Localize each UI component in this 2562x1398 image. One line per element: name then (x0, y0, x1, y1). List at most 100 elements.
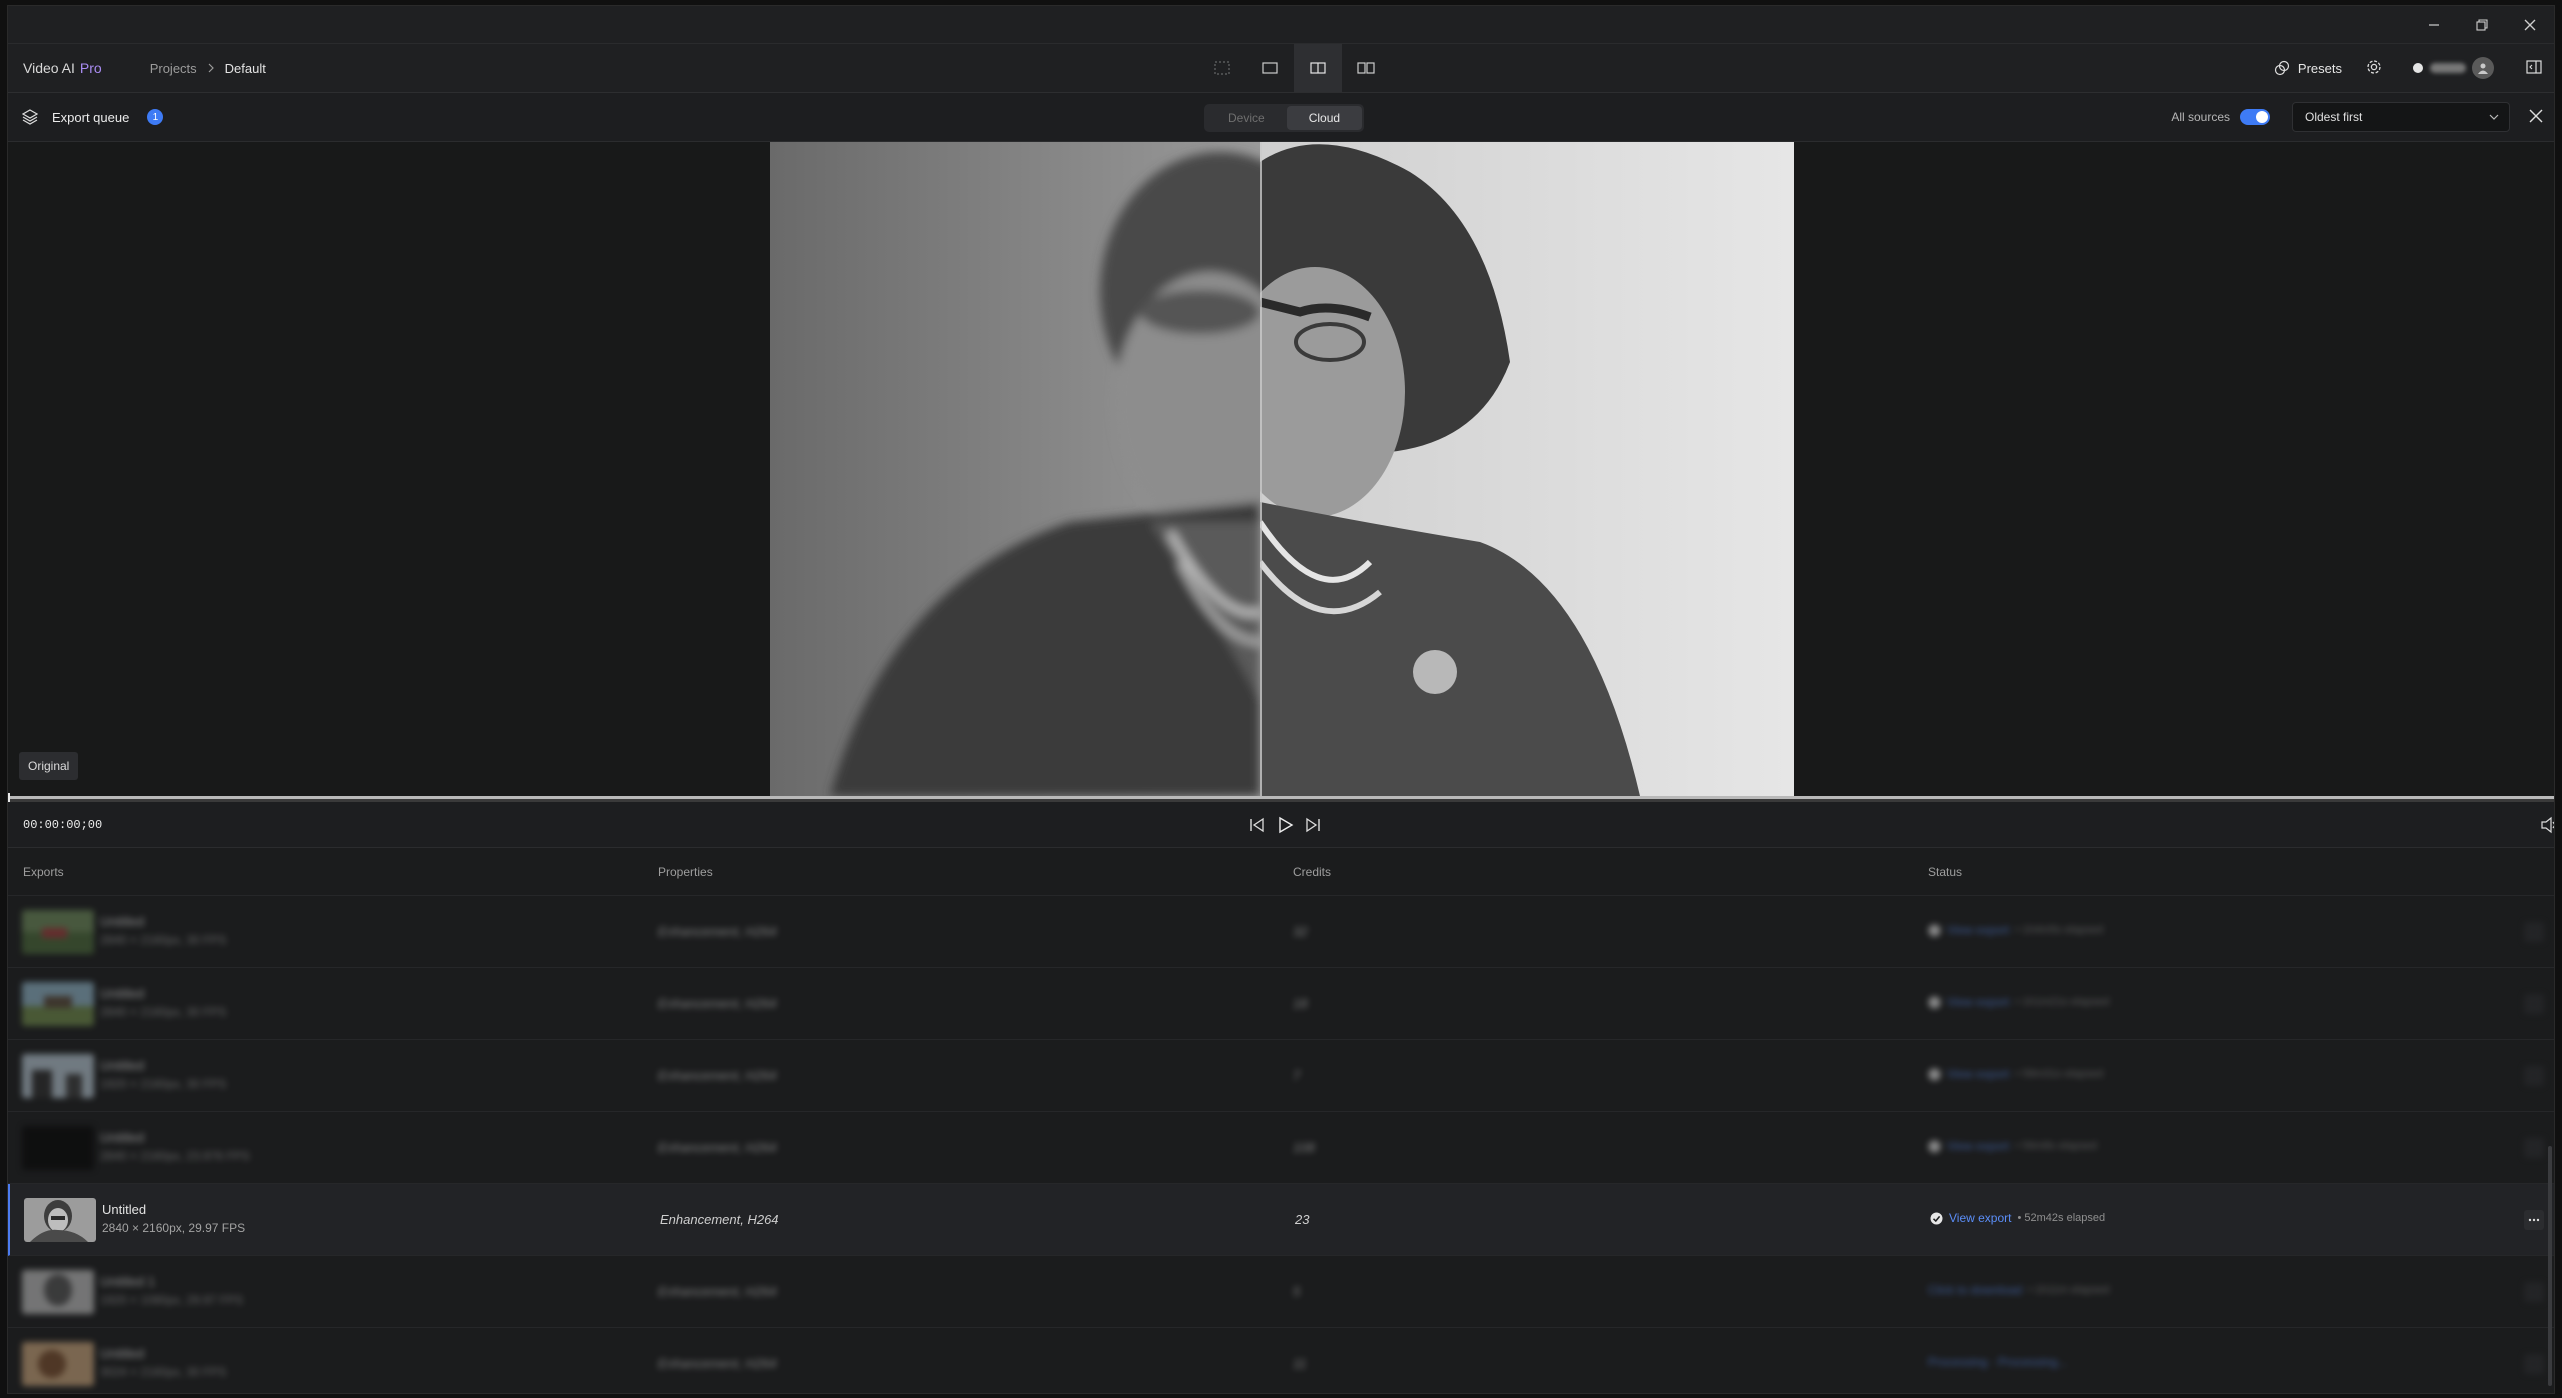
step-back-icon[interactable] (1248, 816, 1266, 834)
all-sources-toggle[interactable] (2240, 109, 2270, 125)
table-row-selected[interactable]: Untitled 2840 × 2160px, 29.97 FPS Enhanc… (8, 1184, 2554, 1256)
export-name: Untitled (100, 1130, 145, 1145)
enhanced-half (1260, 142, 1794, 796)
export-properties: Enhancement, H264 (658, 1284, 777, 1299)
video-frame[interactable] (770, 142, 1794, 796)
row-menu-button[interactable] (2524, 1282, 2544, 1302)
processing-status: Processing · Processing... (1928, 1355, 2068, 1369)
original-label: Original (19, 752, 79, 780)
settings-button[interactable] (2366, 59, 2382, 78)
export-status: View export • 1h4m5s elapsed (1928, 923, 2103, 937)
breadcrumb-projects[interactable]: Projects (150, 61, 197, 76)
crop-view-icon (1214, 61, 1230, 75)
step-forward-icon[interactable] (1304, 816, 1322, 834)
table-scrollbar[interactable] (2548, 1146, 2552, 1386)
restore-icon[interactable] (2458, 6, 2506, 44)
user-icon (2478, 63, 2488, 74)
presets-button[interactable]: Presets (2274, 60, 2342, 76)
close-icon (2529, 109, 2543, 122)
table-row[interactable]: Untitled 2840 × 2160px, 30 FPS Enhanceme… (8, 896, 2554, 968)
exports-table: Exports Properties Credits Status Untitl… (8, 848, 2554, 1393)
view-export-link[interactable]: View export (1949, 1211, 2011, 1225)
view-split-button[interactable] (1294, 44, 1342, 92)
view-crop-button[interactable] (1198, 44, 1246, 92)
mute-button[interactable] (2540, 816, 2554, 837)
table-row[interactable]: Untitled 2840 × 2160px, 23.976 FPS Enhan… (8, 1112, 2554, 1184)
table-row[interactable]: Untitled 1920 × 2160px, 30 FPS Enhanceme… (8, 1040, 2554, 1112)
export-credits: 7 (1293, 1068, 1301, 1083)
row-menu-button[interactable] (2524, 994, 2544, 1014)
export-meta: 3024 × 2160px, 30 FPS (100, 1365, 227, 1379)
row-menu-button[interactable] (2524, 1066, 2544, 1086)
sort-value: Oldest first (2305, 110, 2363, 124)
export-credits: 23 (1295, 1212, 1310, 1227)
table-row[interactable]: Untitled 3024 × 2160px, 30 FPS Enhanceme… (8, 1328, 2554, 1393)
thumbnail (22, 1342, 94, 1386)
export-meta: 2840 × 2160px, 30 FPS (100, 1005, 227, 1019)
avatar[interactable] (2472, 57, 2494, 79)
export-properties: Enhancement, H264 (658, 924, 777, 939)
check-circle-icon (1928, 1068, 1941, 1080)
split-view-icon (1310, 62, 1326, 74)
export-properties: Enhancement, H264 (658, 1140, 777, 1155)
video-preview: Original (8, 142, 2554, 796)
elapsed-time: • 1h11m elapsed (2028, 1284, 2110, 1296)
account-menu[interactable] (2412, 57, 2494, 79)
app-brand: Video AI Pro (23, 60, 102, 76)
minimize-icon[interactable] (2410, 6, 2458, 44)
thumbnail (22, 910, 94, 954)
row-menu-button[interactable] (2524, 922, 2544, 942)
row-menu-button[interactable] (2524, 1138, 2544, 1158)
export-name: Untitled (100, 914, 145, 929)
view-export-link[interactable]: View export (1947, 1139, 2009, 1153)
export-status: View export • 52m42s elapsed (1930, 1211, 2105, 1225)
column-exports: Exports (23, 864, 64, 879)
speaker-muted-icon (2541, 816, 2554, 834)
export-credits: 11 (1293, 1356, 1307, 1371)
view-export-link[interactable]: View export (1947, 995, 2009, 1009)
queue-count-badge: 1 (147, 109, 164, 125)
app-window: Video AI Pro Projects Default Presets Ex… (7, 5, 2555, 1394)
elapsed-time: • 52m42s elapsed (2017, 1212, 2106, 1224)
export-credits: 18 (1293, 996, 1308, 1011)
segment-device[interactable]: Device (1206, 106, 1287, 130)
view-export-link[interactable]: View export (1947, 923, 2009, 937)
transport-bar: 00:00:00;00 (8, 802, 2554, 848)
play-icon[interactable] (1276, 816, 1294, 834)
table-row[interactable]: Untitled 1 1920 × 1080px, 29.97 FPS Enha… (8, 1256, 2554, 1328)
check-circle-icon (1928, 1140, 1941, 1152)
export-meta: 1920 × 2160px, 30 FPS (100, 1077, 227, 1091)
export-status: View export • 56m8s elapsed (1928, 1139, 2097, 1153)
breadcrumb-current[interactable]: Default (225, 61, 266, 76)
chevron-down-icon (2489, 114, 2499, 120)
sort-select[interactable]: Oldest first (2292, 102, 2510, 132)
column-properties: Properties (658, 864, 713, 879)
side-by-side-icon (1357, 62, 1375, 74)
export-queue-label: Export queue (52, 109, 130, 125)
credits-icon (2413, 63, 2423, 73)
thumbnail (22, 982, 94, 1026)
view-export-link[interactable]: View export (1947, 1067, 2009, 1081)
split-divider[interactable] (1260, 142, 1262, 796)
table-header: Exports Properties Credits Status (8, 848, 2554, 896)
app-header: Video AI Pro Projects Default Presets (8, 44, 2554, 93)
thumbnail (22, 1270, 94, 1314)
export-properties: Enhancement, H264 (658, 1068, 777, 1083)
playback-controls (1248, 802, 1322, 848)
segment-cloud[interactable]: Cloud (1286, 106, 1363, 130)
close-window-icon[interactable] (2506, 6, 2554, 44)
export-status: Processing · Processing... (1928, 1355, 2067, 1369)
close-queue-button[interactable] (2528, 108, 2544, 127)
thumbnail (22, 1054, 94, 1098)
chevron-right-icon (207, 60, 215, 76)
row-menu-button[interactable] (2524, 1210, 2544, 1230)
view-side-by-side-button[interactable] (1342, 44, 1390, 92)
row-menu-button[interactable] (2524, 1354, 2544, 1374)
export-properties: Enhancement, H264 (658, 1356, 777, 1371)
toggle-panel-button[interactable] (2526, 59, 2542, 78)
export-meta: 1920 × 1080px, 29.97 FPS (100, 1293, 244, 1307)
download-link[interactable]: Click to download (1928, 1283, 2022, 1297)
view-single-button[interactable] (1246, 44, 1294, 92)
table-row[interactable]: Untitled 2840 × 2160px, 30 FPS Enhanceme… (8, 968, 2554, 1040)
view-mode-group (1198, 44, 1390, 92)
